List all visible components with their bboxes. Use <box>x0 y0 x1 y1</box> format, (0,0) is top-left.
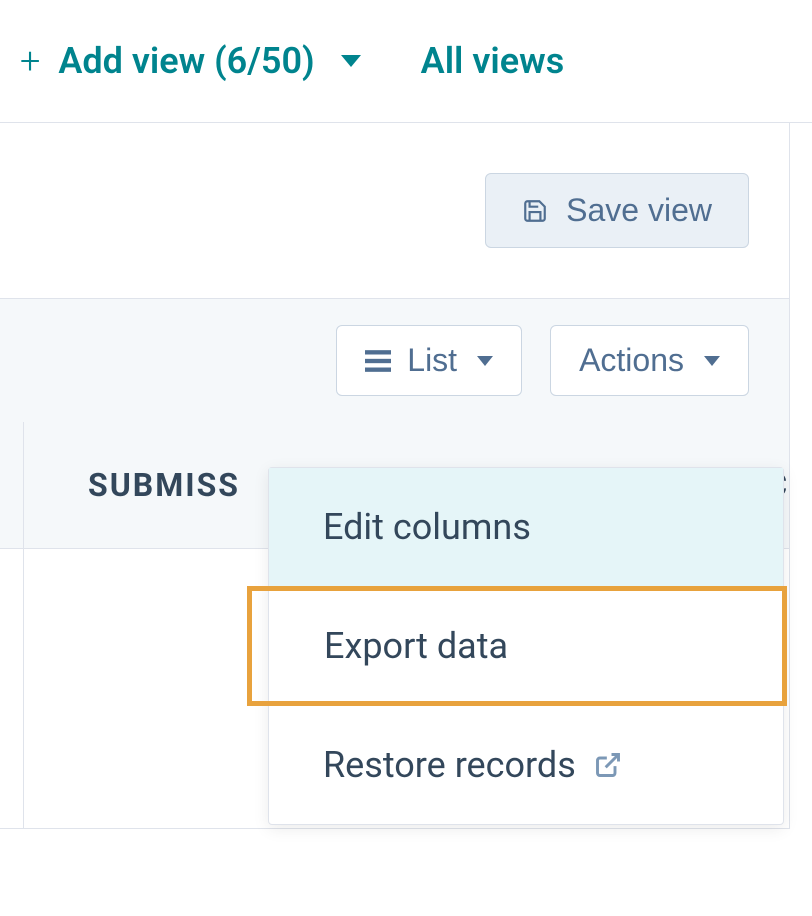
dropdown-item-label: Restore records <box>323 744 576 786</box>
table-cell-spacer <box>0 549 24 828</box>
dropdown-item-label: Edit columns <box>323 506 531 548</box>
actions-dropdown-menu: Edit columns Export data Restore records <box>268 467 784 825</box>
dropdown-item-export-data[interactable]: Export data <box>247 586 787 706</box>
table-cell-spacer <box>0 422 24 548</box>
all-views-link[interactable]: All views <box>421 40 565 82</box>
save-icon <box>522 198 548 224</box>
plus-icon: + <box>20 40 40 82</box>
save-view-label: Save view <box>566 192 712 229</box>
caret-down-icon <box>704 356 720 366</box>
actions-button[interactable]: Actions <box>550 325 749 396</box>
external-link-icon <box>594 751 622 779</box>
caret-down-icon <box>341 55 361 67</box>
dropdown-item-edit-columns[interactable]: Edit columns <box>269 468 783 586</box>
list-view-button[interactable]: List <box>336 325 522 396</box>
caret-down-icon <box>477 356 493 366</box>
dropdown-item-restore-records[interactable]: Restore records <box>269 706 783 824</box>
top-bar: + Add view (6/50) All views <box>0 0 812 123</box>
list-button-label: List <box>407 342 457 379</box>
list-icon <box>365 350 391 372</box>
add-view-label: Add view (6/50) <box>58 40 314 82</box>
all-views-label: All views <box>421 40 565 82</box>
column-header-label: SUBMISS <box>88 466 240 504</box>
add-view-button[interactable]: + Add view (6/50) <box>20 40 361 82</box>
save-view-button[interactable]: Save view <box>485 173 749 248</box>
toolbar-section: List Actions <box>0 299 789 422</box>
save-view-section: Save view <box>0 123 789 299</box>
dropdown-item-label: Export data <box>324 625 508 667</box>
actions-button-label: Actions <box>579 342 684 379</box>
